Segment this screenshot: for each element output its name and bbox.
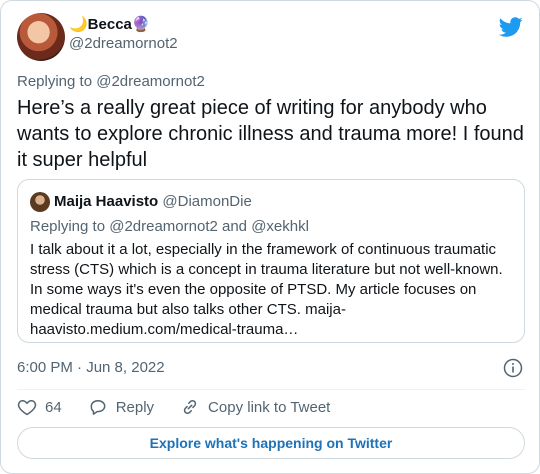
link-icon — [183, 399, 197, 415]
author-name-text[interactable]: 🌙Becca🔮 — [69, 15, 151, 33]
like-count: 64 — [45, 398, 62, 416]
tweet-timestamp[interactable]: 6:00 PM · Jun 8, 2022 — [17, 359, 165, 376]
author-avatar[interactable] — [17, 13, 65, 61]
quoted-replying-to: Replying to @2dreamornot2 and @xekhkl — [30, 218, 309, 235]
reply-button[interactable]: Reply — [88, 397, 154, 417]
tweet-actions: 64 Reply Copy link to Tweet — [17, 397, 356, 417]
tweet-card: 🌙Becca🔮 @2dreamornot2 Replying to @2drea… — [0, 0, 540, 474]
reply-label: Reply — [115, 398, 155, 416]
replying-to-handle[interactable]: @2dreamornot2 — [96, 73, 205, 90]
quoted-author-avatar — [30, 192, 50, 212]
explore-twitter-button[interactable]: Explore what's happening on Twitter — [17, 427, 525, 459]
quoted-author-row: Maija Haavisto @DiamonDie — [54, 193, 252, 210]
copy-link-label: Copy link to Tweet — [208, 398, 331, 416]
author-handle[interactable]: @2dreamornot2 — [69, 35, 178, 52]
author-name[interactable]: 🌙Becca🔮 — [69, 15, 151, 33]
info-icon[interactable] — [503, 358, 523, 378]
heart-icon — [17, 399, 37, 416]
copy-link-button[interactable]: Copy link to Tweet — [180, 397, 330, 417]
quoted-author-handle: @DiamonDie — [162, 193, 252, 210]
divider — [17, 389, 525, 390]
twitter-bird-icon[interactable] — [499, 15, 523, 39]
reply-icon — [90, 400, 106, 415]
like-button[interactable]: 64 — [17, 397, 62, 417]
tweet-text: Here’s a really great piece of writing f… — [17, 97, 524, 171]
quoted-tweet-text: I talk about it a lot, especially in the… — [30, 241, 503, 338]
quoted-tweet[interactable]: Maija Haavisto @DiamonDie Replying to @2… — [17, 179, 525, 343]
quoted-author-name: Maija Haavisto — [54, 193, 159, 210]
replying-to-prefix: Replying to — [17, 73, 97, 90]
replying-to: Replying to @2dreamornot2 — [17, 73, 205, 90]
